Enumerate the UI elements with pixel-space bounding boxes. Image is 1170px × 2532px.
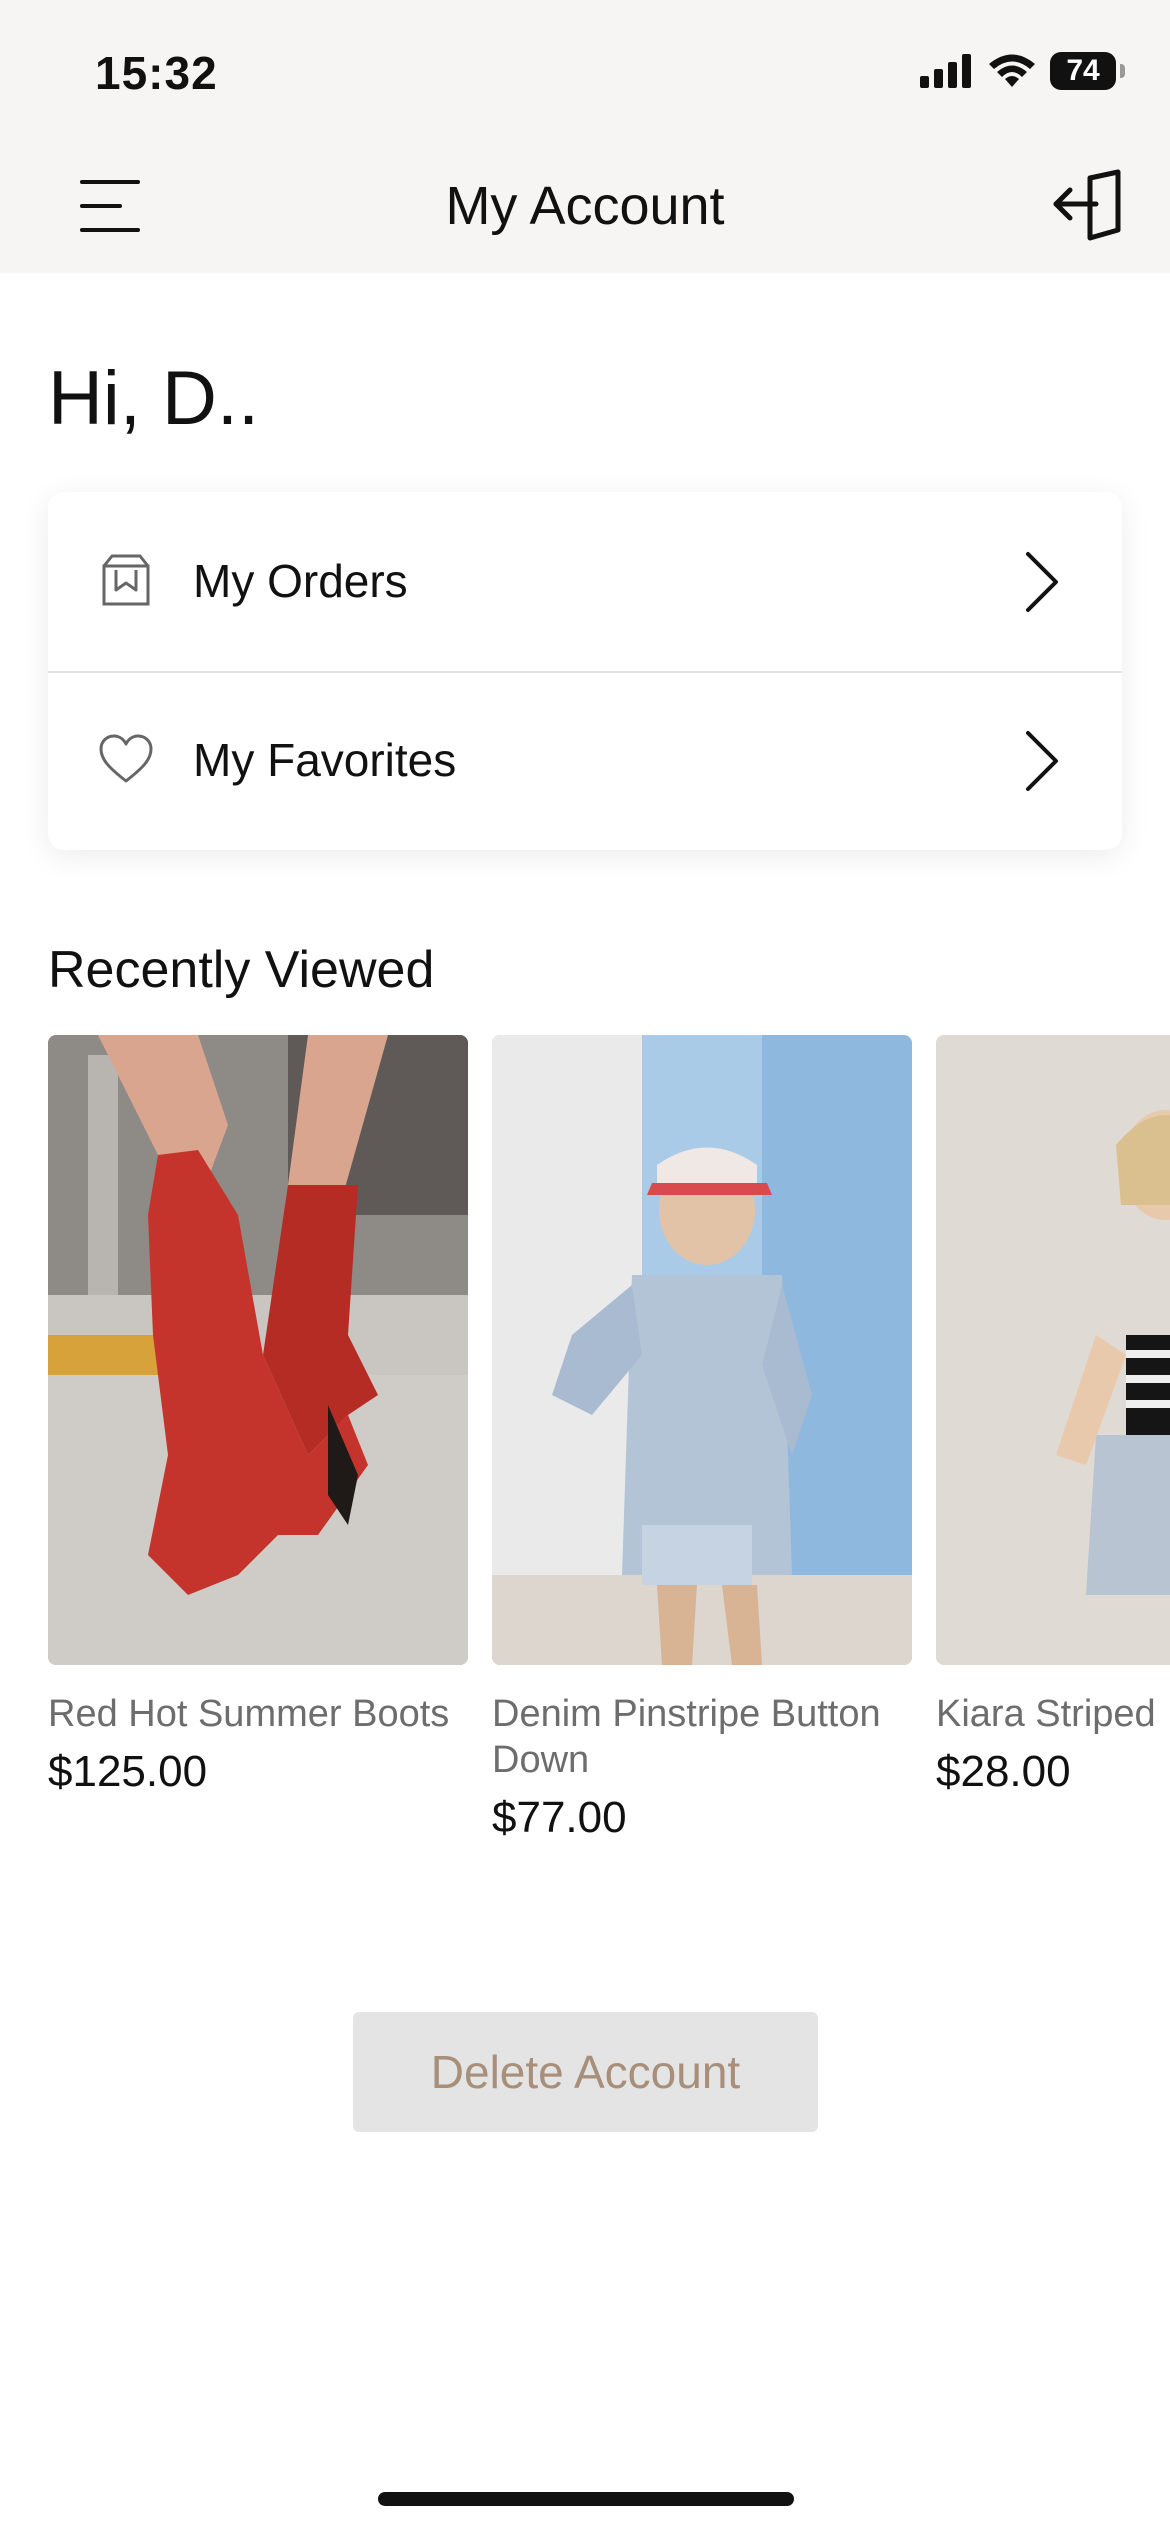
home-indicator — [378, 2492, 794, 2506]
status-time: 15:32 — [95, 47, 218, 99]
product-card[interactable]: Kiara Striped $28.00 — [936, 1035, 1170, 1797]
wifi-icon — [989, 54, 1035, 87]
greeting: Hi, D.. — [48, 356, 260, 441]
denim-shirt-photo — [492, 1035, 912, 1665]
logout-icon — [1053, 169, 1121, 241]
battery-nub — [1120, 64, 1125, 78]
logout-button[interactable] — [1050, 168, 1124, 242]
product-image[interactable] — [48, 1035, 468, 1665]
account-menu-card: My Orders My Favorites — [48, 492, 1122, 850]
striped-top-photo — [936, 1035, 1170, 1665]
product-price: $125.00 — [48, 1747, 208, 1796]
page-title: My Account — [445, 176, 725, 236]
product-image[interactable] — [936, 1035, 1170, 1665]
chevron-right-icon — [1026, 552, 1058, 612]
my-orders-label: My Orders — [193, 555, 408, 607]
recently-viewed-title: Recently Viewed — [48, 941, 435, 999]
my-orders-row[interactable]: My Orders — [48, 492, 1122, 673]
top-bar: 15:32 74 My Account — [0, 0, 1170, 273]
battery-icon: 74 — [1050, 52, 1125, 90]
my-favorites-row[interactable]: My Favorites — [48, 671, 1122, 850]
heart-icon — [99, 734, 153, 783]
recently-viewed-carousel[interactable]: Red Hot Summer Boots $125.00 Denim Pinst… — [48, 1035, 1170, 1865]
delete-account-button[interactable]: Delete Account — [353, 2012, 818, 2132]
product-image[interactable] — [492, 1035, 912, 1665]
product-name: Denim Pinstripe Button Down — [492, 1693, 881, 1781]
orders-bag-icon — [102, 554, 150, 606]
product-name: Kiara Striped — [936, 1693, 1156, 1735]
product-card[interactable]: Denim Pinstripe Button Down $77.00 — [492, 1035, 912, 1843]
my-favorites-label: My Favorites — [193, 734, 457, 786]
product-price: $77.00 — [492, 1793, 627, 1842]
red-boots-photo — [48, 1035, 468, 1665]
cellular-signal-icon — [920, 54, 971, 88]
chevron-right-icon — [1026, 731, 1058, 791]
battery-level: 74 — [1066, 54, 1100, 87]
status-icons: 74 — [920, 52, 1125, 90]
product-name: Red Hot Summer Boots — [48, 1693, 450, 1735]
product-price: $28.00 — [936, 1747, 1071, 1796]
product-card[interactable]: Red Hot Summer Boots $125.00 — [48, 1035, 468, 1797]
